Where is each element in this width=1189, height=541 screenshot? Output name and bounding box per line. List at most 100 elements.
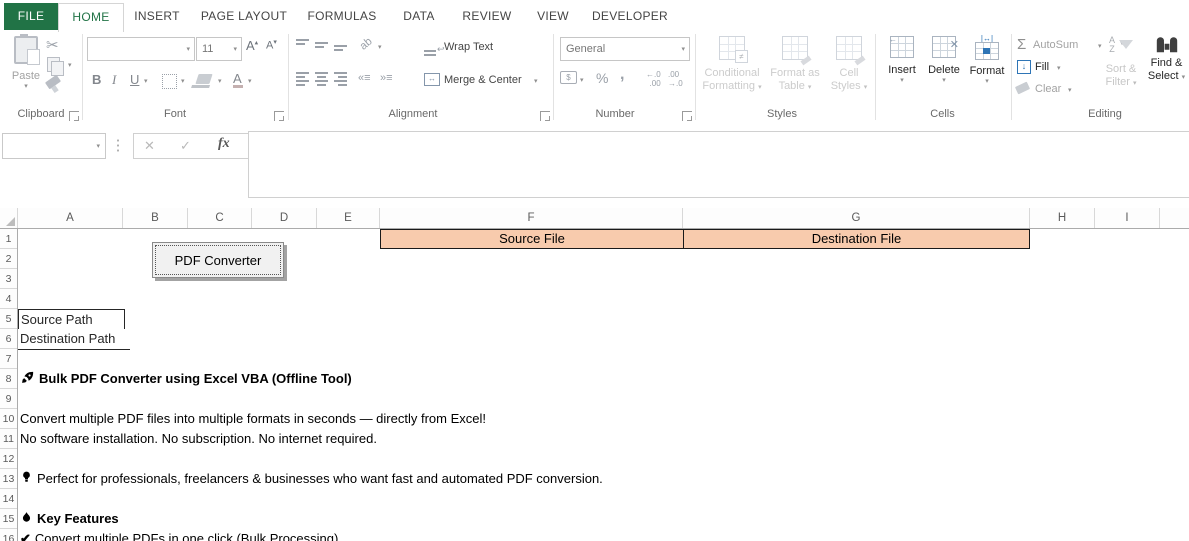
cell-a15[interactable]: Key Features [20, 509, 119, 529]
increase-indent-button[interactable]: »≡ [380, 72, 393, 84]
italic-button[interactable]: I [112, 72, 116, 88]
merge-center-icon[interactable]: ↔ [424, 73, 440, 86]
select-all-corner[interactable] [0, 208, 18, 228]
row-header-5[interactable]: 5 [0, 309, 17, 329]
tab-file[interactable]: FILE [4, 3, 58, 30]
row-header-7[interactable]: 7 [0, 349, 17, 369]
clear-icon[interactable] [1015, 82, 1030, 95]
format-painter-icon[interactable] [45, 75, 61, 90]
name-box-dropdown-arrow[interactable]: ▾ [96, 142, 100, 150]
name-box[interactable]: ▾ [2, 133, 106, 159]
alignment-dialog-launcher[interactable] [540, 111, 550, 121]
bold-button[interactable]: B [92, 72, 101, 87]
borders-dropdown-arrow[interactable]: ▾ [181, 77, 185, 85]
row-header-1[interactable]: 1 [0, 229, 17, 249]
align-bottom-button[interactable] [334, 45, 347, 51]
underline-button[interactable]: U [130, 72, 139, 87]
orientation-dropdown-arrow[interactable]: ▾ [378, 43, 382, 51]
font-dialog-launcher[interactable] [274, 111, 284, 121]
borders-button[interactable] [162, 74, 177, 89]
column-header-f[interactable]: F [380, 208, 683, 228]
cell-styles-button[interactable]: CellStyles ▾ [826, 36, 872, 94]
clear-label[interactable]: Clear [1035, 83, 1061, 95]
row-header-9[interactable]: 9 [0, 389, 17, 409]
font-color-button[interactable]: A [233, 71, 242, 86]
grow-font-button[interactable]: A▴ [246, 38, 258, 53]
column-header-h[interactable]: H [1030, 208, 1095, 228]
row-header-4[interactable]: 4 [0, 289, 17, 309]
align-middle-button[interactable] [315, 42, 328, 48]
fill-icon[interactable]: ↓ [1017, 60, 1031, 74]
conditional-formatting-button[interactable]: ≠ ConditionalFormatting ▾ [700, 36, 764, 94]
tab-home[interactable]: HOME [58, 3, 124, 32]
delete-cells-button[interactable]: ✕ Delete ▾ [924, 36, 964, 84]
font-name-combo[interactable]: ▾ [87, 37, 195, 61]
pdf-converter-button[interactable]: PDF Converter [152, 242, 284, 278]
accounting-dropdown-arrow[interactable]: ▾ [580, 76, 584, 84]
wrap-text-label[interactable]: Wrap Text [444, 41, 493, 53]
insert-function-icon[interactable]: fx [218, 136, 230, 152]
wrap-text-icon[interactable]: ↩ [424, 39, 445, 57]
cell-a10[interactable]: Convert multiple PDF files into multiple… [20, 409, 486, 429]
row-header-12[interactable]: 12 [0, 449, 17, 469]
fill-color-button[interactable] [195, 74, 212, 84]
row-header-2[interactable]: 2 [0, 249, 17, 269]
column-header-d[interactable]: D [252, 208, 317, 228]
cut-icon[interactable]: ✂ [46, 36, 59, 54]
fill-label[interactable]: Fill [1035, 61, 1049, 73]
tab-data[interactable]: DATA [388, 3, 450, 30]
cell-a16[interactable]: ✔Convert multiple PDFs in one click (Bul… [20, 529, 338, 541]
cell-f1-source-file[interactable]: Source File [380, 229, 684, 249]
tab-developer[interactable]: DEVELOPER [582, 3, 678, 30]
shrink-font-button[interactable]: A▾ [266, 38, 277, 52]
percent-style-button[interactable]: % [596, 70, 608, 86]
number-dialog-launcher[interactable] [682, 111, 692, 121]
copy-dropdown-arrow[interactable]: ▾ [68, 61, 72, 69]
fill-dropdown-arrow[interactable]: ▾ [1057, 64, 1061, 72]
column-header-g[interactable]: G [683, 208, 1030, 228]
enter-icon[interactable]: ✓ [180, 138, 191, 154]
column-header-i[interactable]: I [1095, 208, 1160, 228]
find-select-button[interactable]: Find &Select ▾ [1144, 36, 1189, 84]
comma-style-button[interactable]: , [620, 66, 624, 84]
column-header-a[interactable]: A [18, 208, 123, 228]
align-top-button[interactable] [296, 39, 309, 45]
row-header-14[interactable]: 14 [0, 489, 17, 509]
clear-dropdown-arrow[interactable]: ▾ [1068, 86, 1072, 94]
cell-a13[interactable]: Perfect for professionals, freelancers &… [20, 469, 603, 489]
cell-a5-source-path[interactable]: Source Path [18, 309, 125, 330]
merge-center-dropdown-arrow[interactable]: ▾ [534, 77, 538, 85]
decrease-indent-button[interactable]: «≡ [358, 72, 371, 84]
row-header-15[interactable]: 15 [0, 509, 17, 529]
format-cells-button[interactable]: |↔| Format ▾ [966, 36, 1008, 85]
copy-icon[interactable] [47, 57, 60, 72]
column-header-e[interactable]: E [317, 208, 380, 228]
clipboard-dialog-launcher[interactable] [69, 111, 79, 121]
row-header-11[interactable]: 11 [0, 429, 17, 449]
row-header-8[interactable]: 8 [0, 369, 17, 389]
increase-decimal-button[interactable]: ←.0 .00 [646, 70, 661, 88]
cell-a11[interactable]: No software installation. No subscriptio… [20, 429, 377, 449]
cell-a6-destination-path[interactable]: Destination Path [18, 329, 130, 350]
column-header-b[interactable]: B [123, 208, 188, 228]
font-size-combo[interactable]: 11▾ [196, 37, 242, 61]
font-color-dropdown-arrow[interactable]: ▾ [248, 77, 252, 85]
autosum-icon[interactable]: Σ [1017, 36, 1026, 53]
orientation-button[interactable]: ab [358, 35, 375, 52]
row-header-3[interactable]: 3 [0, 269, 17, 289]
merge-center-label[interactable]: Merge & Center [444, 74, 522, 86]
underline-dropdown-arrow[interactable]: ▾ [144, 77, 148, 85]
formula-bar-input[interactable] [248, 131, 1189, 198]
row-header-13[interactable]: 13 [0, 469, 17, 489]
align-left-button[interactable] [296, 72, 309, 86]
align-center-button[interactable] [315, 72, 328, 86]
row-header-16[interactable]: 16 [0, 529, 17, 541]
fill-color-dropdown-arrow[interactable]: ▾ [218, 77, 222, 85]
cell-a8[interactable]: Bulk PDF Converter using Excel VBA (Offl… [20, 369, 352, 389]
number-format-combo[interactable]: General▾ [560, 37, 690, 61]
tab-page-layout[interactable]: PAGE LAYOUT [192, 3, 296, 30]
tab-insert[interactable]: INSERT [122, 3, 192, 30]
column-header-c[interactable]: C [188, 208, 252, 228]
align-right-button[interactable] [334, 72, 347, 86]
decrease-decimal-button[interactable]: .00 →.0 [668, 70, 683, 88]
